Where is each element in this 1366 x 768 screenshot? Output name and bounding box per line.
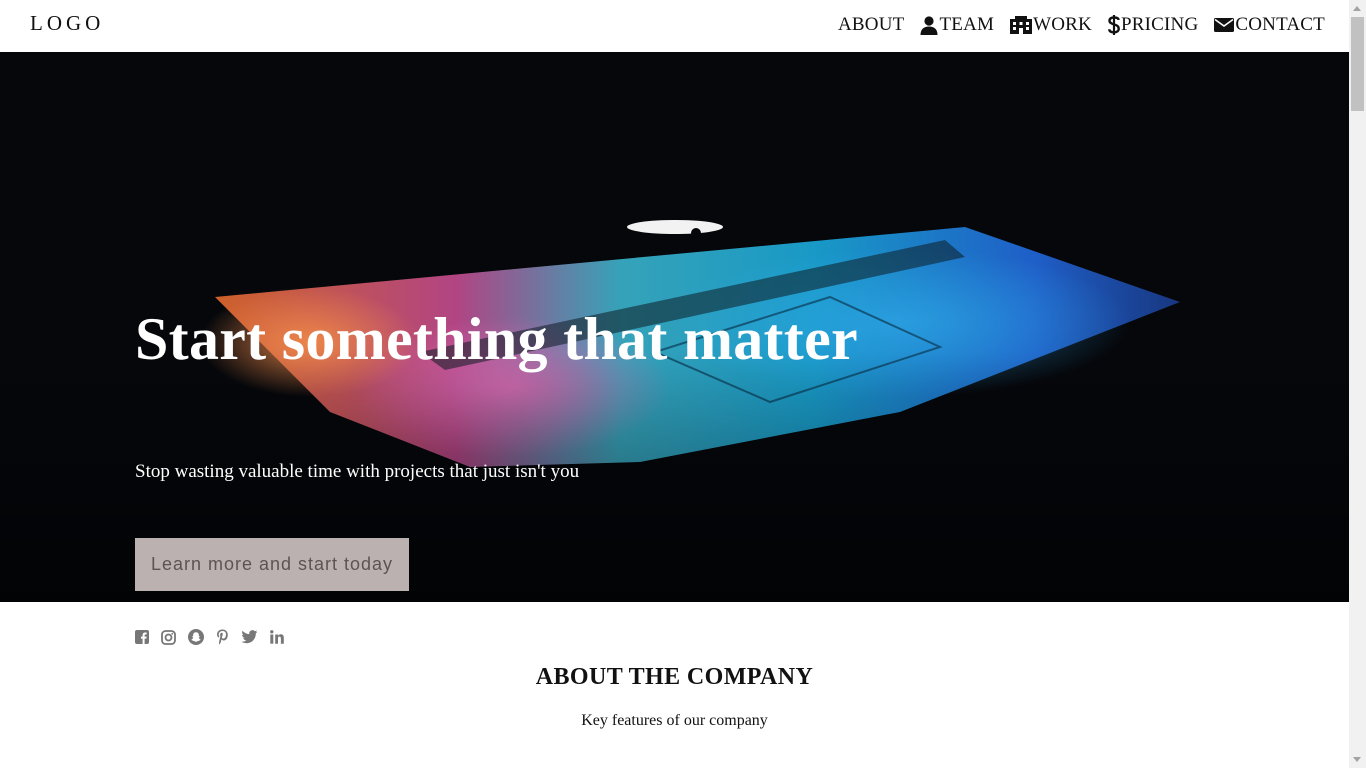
building-icon bbox=[1010, 16, 1033, 34]
instagram-icon[interactable] bbox=[161, 629, 176, 650]
nav-item-label: TEAM bbox=[939, 14, 995, 35]
nav-item-work[interactable]: WORK bbox=[1010, 14, 1092, 36]
hero-title: Start something that matter bbox=[135, 306, 858, 372]
nav-item-label: CONTACT bbox=[1235, 14, 1325, 35]
snapchat-icon[interactable] bbox=[188, 629, 204, 650]
hero-subtitle: Stop wasting valuable time with projects… bbox=[135, 461, 580, 482]
user-icon bbox=[920, 15, 939, 35]
nav-item-label: WORK bbox=[1033, 14, 1092, 35]
nav-item-about[interactable]: ABOUT bbox=[838, 14, 904, 36]
nav-item-label: ABOUT bbox=[838, 14, 905, 35]
dollar-icon bbox=[1108, 15, 1121, 35]
about-section-subtitle: Key features of our company bbox=[581, 712, 768, 729]
twitter-icon[interactable] bbox=[241, 630, 258, 649]
about-section-title: ABOUT THE COMPANY bbox=[535, 664, 814, 690]
nav-item-pricing[interactable]: PRICING bbox=[1108, 14, 1198, 36]
logo[interactable]: LOGO bbox=[30, 11, 104, 36]
learn-more-button[interactable]: Learn more and start today bbox=[135, 538, 409, 591]
scroll-up-arrow-icon[interactable] bbox=[1353, 6, 1361, 11]
page: LOGO ABOUT TEAM WORK PRICING CONTACT Sta… bbox=[0, 0, 1349, 768]
nav-item-team[interactable]: TEAM bbox=[920, 14, 994, 36]
main-nav: ABOUT TEAM WORK PRICING CONTACT bbox=[838, 14, 1325, 36]
linkedin-icon[interactable] bbox=[270, 630, 284, 649]
pinterest-icon[interactable] bbox=[216, 629, 229, 650]
nav-item-contact[interactable]: CONTACT bbox=[1214, 14, 1325, 36]
vertical-scrollbar[interactable] bbox=[1349, 0, 1366, 768]
social-links bbox=[135, 629, 284, 650]
facebook-icon[interactable] bbox=[135, 630, 149, 649]
envelope-icon bbox=[1214, 17, 1235, 33]
nav-item-label: PRICING bbox=[1120, 14, 1199, 35]
top-bar: LOGO ABOUT TEAM WORK PRICING CONTACT bbox=[0, 0, 1349, 52]
hero-section: Start something that matter Stop wasting… bbox=[0, 52, 1349, 602]
scroll-thumb[interactable] bbox=[1351, 17, 1364, 111]
scroll-down-arrow-icon[interactable] bbox=[1353, 757, 1361, 762]
